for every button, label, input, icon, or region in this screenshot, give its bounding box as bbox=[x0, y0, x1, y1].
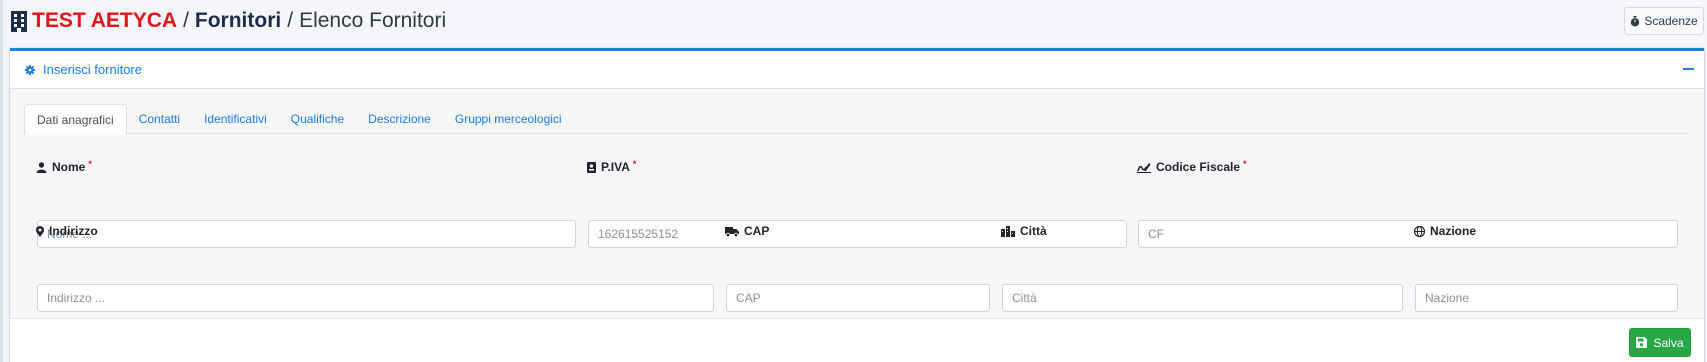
required-marker: * bbox=[88, 159, 92, 169]
tab-qualifiche[interactable]: Qualifiche bbox=[279, 104, 356, 134]
indirizzo-label: Indirizzo bbox=[36, 224, 98, 238]
shipping-truck-icon bbox=[725, 226, 739, 237]
card-header[interactable]: Inserisci fornitore bbox=[10, 51, 1704, 89]
minus-icon bbox=[1682, 68, 1694, 70]
globe-icon bbox=[1414, 225, 1425, 237]
scadenze-button[interactable]: Scadenze bbox=[1624, 7, 1704, 35]
signature-icon bbox=[1137, 162, 1151, 173]
stopwatch-icon bbox=[1630, 15, 1640, 27]
tab-identificativi[interactable]: Identificativi bbox=[192, 104, 279, 134]
tab-gruppi-merceologici[interactable]: Gruppi merceologici bbox=[443, 104, 574, 134]
page-title: TEST AETYCA / Fornitori / Elenco Fornito… bbox=[9, 6, 446, 36]
piva-label: P.IVA * bbox=[587, 159, 637, 174]
user-icon bbox=[36, 161, 47, 173]
breadcrumb-separator: / bbox=[183, 9, 189, 32]
citta-field[interactable] bbox=[1002, 284, 1403, 312]
nome-label: Nome * bbox=[36, 159, 92, 174]
codice-fiscale-field[interactable] bbox=[1138, 220, 1678, 248]
scadenze-label: Scadenze bbox=[1644, 14, 1698, 28]
nazione-field[interactable] bbox=[1415, 284, 1678, 312]
cap-field[interactable] bbox=[726, 284, 990, 312]
card-body: Dati anagrafici Contatti Identificativi … bbox=[10, 89, 1704, 318]
tab-bar: Dati anagrafici Contatti Identificativi … bbox=[24, 104, 1689, 135]
card-title: Inserisci fornitore bbox=[43, 62, 142, 77]
tab-dati-anagrafici[interactable]: Dati anagrafici bbox=[24, 104, 127, 135]
cap-label: CAP bbox=[725, 224, 769, 238]
city-icon bbox=[1001, 225, 1015, 237]
tab-contatti[interactable]: Contatti bbox=[127, 104, 192, 134]
required-marker: * bbox=[1243, 159, 1247, 169]
gear-icon bbox=[25, 64, 35, 75]
building-icon bbox=[9, 10, 29, 32]
map-marker-icon bbox=[36, 225, 44, 237]
breadcrumb-fornitori[interactable]: Fornitori bbox=[195, 9, 281, 33]
left-edge bbox=[0, 0, 3, 362]
save-button[interactable]: Salva bbox=[1629, 328, 1691, 357]
breadcrumb-separator: / bbox=[287, 9, 294, 32]
tab-descrizione[interactable]: Descrizione bbox=[356, 104, 443, 134]
citta-label: Città bbox=[1001, 224, 1047, 238]
nome-field[interactable] bbox=[37, 220, 576, 248]
breadcrumb-current: Elenco Fornitori bbox=[299, 9, 447, 32]
save-label: Salva bbox=[1653, 335, 1684, 350]
id-card-icon bbox=[587, 161, 596, 173]
insert-supplier-card: Inserisci fornitore Dati anagrafici Cont… bbox=[10, 48, 1704, 362]
codice-fiscale-label: Codice Fiscale * bbox=[1137, 159, 1247, 174]
nazione-label: Nazione bbox=[1414, 224, 1476, 238]
floppy-disk-icon bbox=[1636, 337, 1648, 348]
collapse-button[interactable] bbox=[1680, 61, 1696, 77]
indirizzo-field[interactable] bbox=[37, 284, 714, 312]
required-marker: * bbox=[632, 159, 637, 169]
card-footer: Salva bbox=[10, 318, 1704, 362]
brand-name[interactable]: TEST AETYCA bbox=[32, 9, 177, 33]
